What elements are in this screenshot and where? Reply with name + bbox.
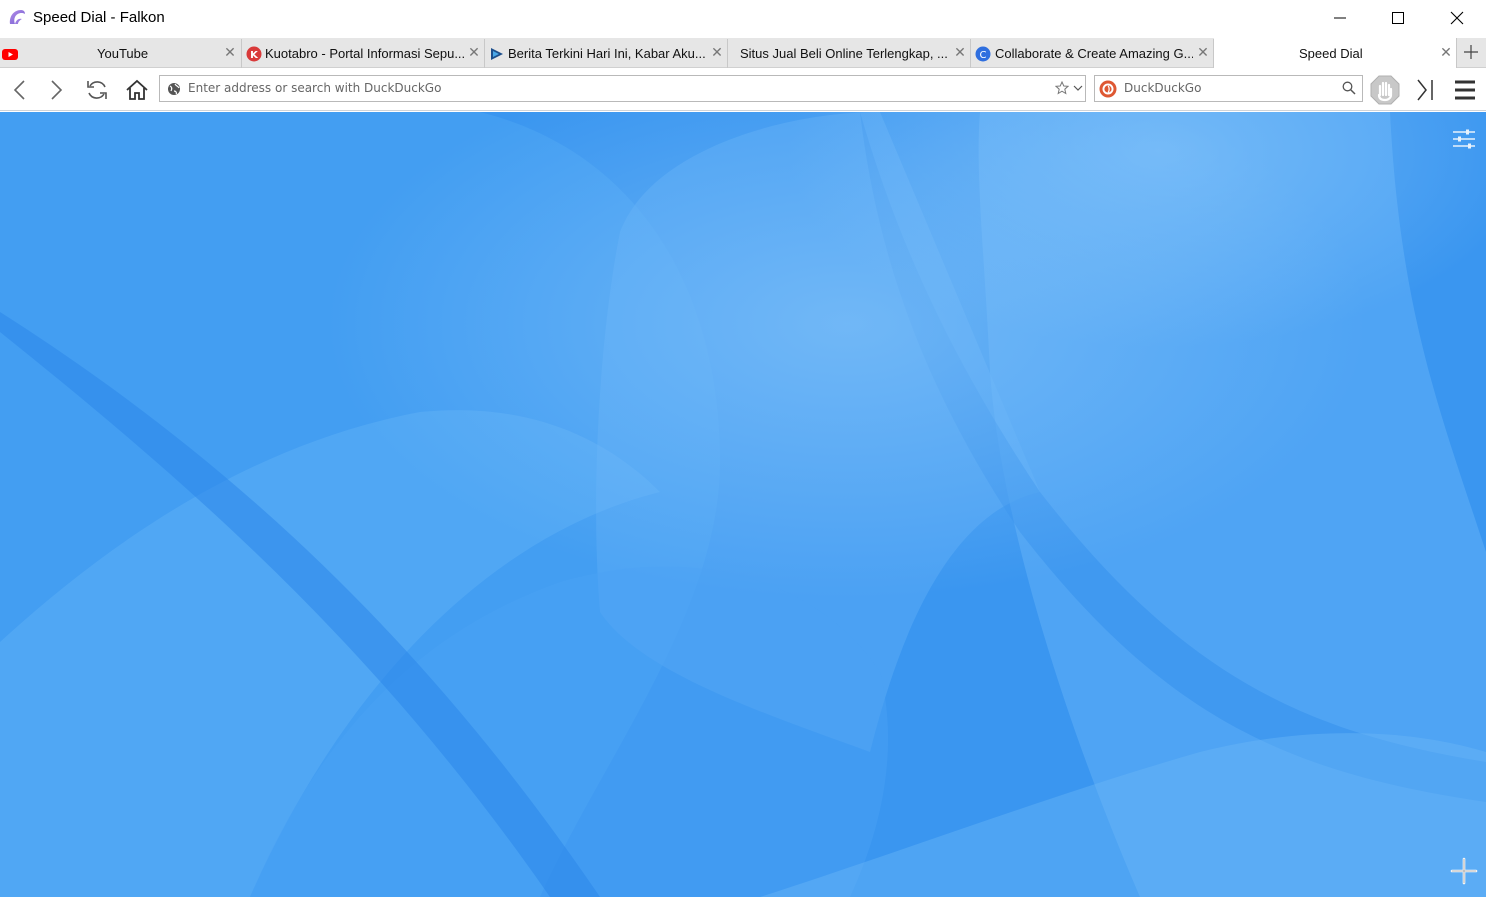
tab-title: Speed Dial	[1299, 46, 1363, 61]
tab-close-button[interactable]: ✕	[223, 45, 237, 59]
reload-button[interactable]	[83, 76, 111, 104]
svg-text:K: K	[250, 50, 259, 61]
close-window-button[interactable]	[1428, 0, 1486, 36]
speed-dial-settings-icon[interactable]	[1451, 126, 1477, 152]
tab-close-button[interactable]: ✕	[710, 45, 724, 59]
address-bar[interactable]	[159, 75, 1086, 102]
home-button[interactable]	[123, 76, 151, 104]
address-input[interactable]	[188, 81, 1048, 95]
tab-title: Situs Jual Beli Online Terlengkap, ...	[740, 46, 948, 61]
bookmark-star-icon[interactable]	[1055, 81, 1069, 95]
adblock-button[interactable]	[1369, 74, 1401, 106]
tab-close-button[interactable]: ✕	[1439, 45, 1453, 59]
maximize-icon	[1392, 12, 1404, 24]
tab-title: YouTube	[97, 46, 149, 61]
tab-berita[interactable]: Berita Terkini Hari Ini, Kabar Aku... ✕	[485, 39, 728, 68]
tab-title: Berita Terkini Hari Ini, Kabar Aku...	[508, 46, 706, 61]
adblock-icon	[1370, 75, 1400, 105]
tab-youtube[interactable]: YouTube ✕	[0, 39, 242, 68]
maximize-button[interactable]	[1369, 0, 1427, 36]
title-bar: Speed Dial - Falkon	[0, 0, 1486, 36]
search-input[interactable]	[1124, 81, 1334, 95]
back-icon	[13, 80, 25, 100]
globe-icon	[168, 83, 180, 95]
youtube-icon	[2, 49, 18, 60]
tab-close-button[interactable]: ✕	[467, 45, 481, 59]
new-tab-button[interactable]	[1460, 41, 1482, 63]
tab-canva[interactable]: C Collaborate & Create Amazing G... ✕	[971, 39, 1214, 68]
search-icon[interactable]	[1342, 81, 1356, 95]
search-bar[interactable]	[1094, 75, 1363, 102]
news-icon	[491, 48, 503, 60]
tab-close-button[interactable]: ✕	[1196, 45, 1210, 59]
reload-icon	[87, 81, 107, 99]
chevron-down-icon[interactable]	[1073, 83, 1083, 93]
window-title: Speed Dial - Falkon	[33, 9, 165, 26]
duckduckgo-icon[interactable]	[1099, 80, 1117, 98]
tab-bar: YouTube ✕ K Kuotabro - Portal Informasi …	[0, 38, 1486, 68]
tab-title: Kuotabro - Portal Informasi Sepu...	[265, 46, 465, 61]
tab-close-button[interactable]: ✕	[953, 45, 967, 59]
speed-dial-page	[0, 112, 1486, 897]
tab-speed-dial[interactable]: Speed Dial ✕	[1214, 38, 1457, 68]
main-menu-button[interactable]	[1451, 76, 1479, 104]
forward-button[interactable]	[42, 76, 70, 104]
kuotabro-icon: K	[246, 46, 262, 62]
canva-icon: C	[975, 46, 991, 62]
tab-situs-jual-beli[interactable]: Situs Jual Beli Online Terlengkap, ... ✕	[728, 39, 971, 68]
back-button[interactable]	[6, 76, 34, 104]
minimize-button[interactable]	[1311, 0, 1369, 36]
add-speed-dial-icon[interactable]	[1450, 857, 1478, 885]
sidebar-toggle-button[interactable]	[1411, 76, 1439, 104]
tab-kuotabro[interactable]: K Kuotabro - Portal Informasi Sepu... ✕	[242, 39, 485, 68]
background-wallpaper	[0, 112, 1486, 897]
menu-icon	[1455, 80, 1475, 100]
falkon-logo-icon	[9, 10, 25, 24]
navigation-toolbar	[0, 68, 1486, 111]
tab-title: Collaborate & Create Amazing G...	[995, 46, 1193, 61]
sidebar-toggle-icon	[1417, 79, 1433, 101]
close-icon	[1450, 11, 1464, 25]
home-icon	[126, 79, 148, 100]
forward-icon	[51, 80, 63, 100]
svg-text:C: C	[980, 50, 987, 61]
minimize-icon	[1334, 17, 1346, 19]
